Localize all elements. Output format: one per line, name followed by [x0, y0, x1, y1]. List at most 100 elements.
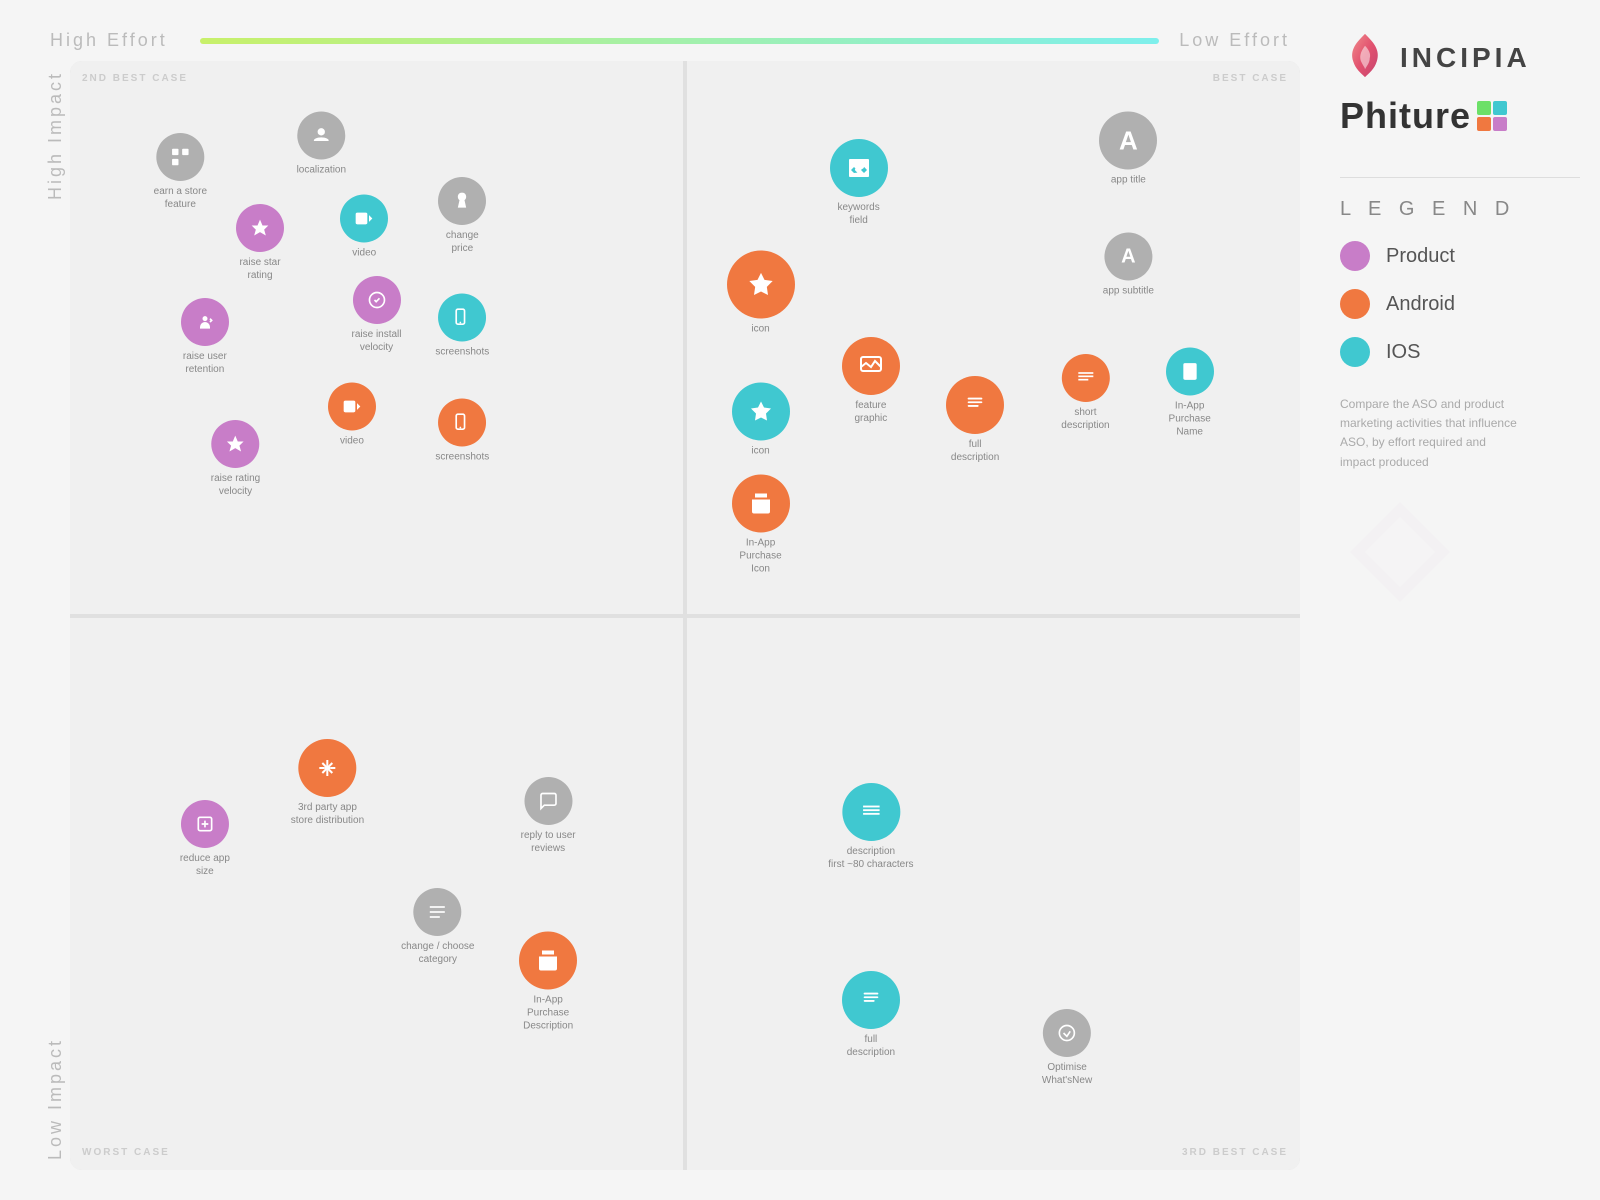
- node-video-cyan: video: [340, 194, 388, 259]
- label-app-subtitle: app subtitle: [1103, 285, 1154, 298]
- label-change-price: changeprice: [446, 229, 479, 255]
- label-optimise: OptimiseWhat'sNew: [1042, 1061, 1092, 1087]
- circle-earn-store: [156, 133, 204, 181]
- effort-bar-container: High Effort Low Effort: [40, 30, 1300, 51]
- circle-change-price: [438, 177, 486, 225]
- label-reduce-app: reduce appsize: [180, 852, 230, 878]
- chart-area: High Effort Low Effort High Impact Low I…: [0, 0, 1320, 1200]
- circle-keywords: [830, 139, 888, 197]
- circle-3rd-party: [298, 739, 356, 797]
- node-inapp-purchase-desc: In-AppPurchaseDescription: [519, 932, 577, 1033]
- circle-localization: [297, 111, 345, 159]
- label-full-desc-br: fulldescription: [847, 1033, 895, 1059]
- legend-item-android: Android: [1340, 289, 1455, 319]
- label-earn-store: earn a storefeature: [154, 185, 207, 211]
- label-feature-graphic: featuregraphic: [854, 399, 887, 425]
- phiture-grid: [1477, 101, 1507, 131]
- effort-label-low: Low Effort: [1179, 30, 1290, 51]
- brand-logo: INCIPIA: [1340, 30, 1531, 85]
- label-desc-first80: descriptionfirst ~80 characters: [828, 845, 913, 871]
- node-optimise-whatsnew: OptimiseWhat'sNew: [1042, 1009, 1092, 1087]
- label-video-cyan: video: [352, 246, 376, 259]
- corner-label-tr: BEST CASE: [1213, 73, 1288, 84]
- node-raise-user-retention: raise userretention: [181, 298, 229, 376]
- quadrant-top-left: 2ND BEST CASE earn a storefeature loc: [70, 61, 683, 614]
- circle-optimise: [1043, 1009, 1091, 1057]
- circle-reduce-app: [181, 800, 229, 848]
- node-raise-install-velocity: raise installvelocity: [351, 276, 401, 354]
- corner-label-bl: WORST CASE: [82, 1147, 170, 1158]
- node-reply-reviews: reply to userreviews: [521, 777, 576, 855]
- label-3rd-party: 3rd party appstore distribution: [291, 801, 364, 827]
- circle-full-desc: [946, 376, 1004, 434]
- circle-change-cat: [414, 888, 462, 936]
- effort-label-high: High Effort: [50, 30, 180, 51]
- label-icon-cyan: icon: [751, 445, 769, 458]
- label-raise-install: raise installvelocity: [351, 328, 401, 354]
- label-inapp-name: In-AppPurchaseName: [1169, 399, 1211, 438]
- label-app-title: app title: [1111, 174, 1146, 187]
- circle-icon-cyan: [732, 383, 790, 441]
- phiture-text: Phiture: [1340, 95, 1471, 137]
- circle-raise-rating: [212, 420, 260, 468]
- grid-cell-2: [1493, 101, 1507, 115]
- label-raise-rating: raise ratingvelocity: [211, 472, 260, 498]
- label-raise-user: raise userretention: [183, 350, 227, 376]
- circle-feature-graphic: [842, 337, 900, 395]
- quadrant-grid: 2ND BEST CASE earn a storefeature loc: [70, 61, 1300, 1170]
- node-earn-store-feature: earn a storefeature: [154, 133, 207, 211]
- circle-inapp-name: [1166, 347, 1214, 395]
- effort-bar: [200, 38, 1159, 44]
- label-screenshots-orange: screenshots: [435, 451, 489, 464]
- node-icon-orange: icon: [727, 251, 795, 336]
- node-app-subtitle: A app subtitle: [1103, 233, 1154, 298]
- y-label-high: High Impact: [45, 71, 66, 200]
- grid-cell-4: [1493, 117, 1507, 131]
- quadrant-bottom-right: 3RD BEST CASE descriptionfirst ~80 chara…: [687, 618, 1300, 1171]
- node-keywords-field: keywordsfield: [830, 139, 888, 227]
- circle-app-subtitle: A: [1104, 233, 1152, 281]
- label-icon-orange: icon: [751, 323, 769, 336]
- grid-cell-1: [1477, 101, 1491, 115]
- node-screenshots-orange: screenshots: [435, 399, 489, 464]
- node-localization: localization: [297, 111, 346, 176]
- legend-title: L E G E N D: [1340, 198, 1515, 221]
- main-container: High Effort Low Effort High Impact Low I…: [0, 0, 1600, 1200]
- circle-full-desc-br: [842, 971, 900, 1029]
- circle-reply-reviews: [524, 777, 572, 825]
- circle-inapp-desc: [519, 932, 577, 990]
- y-label-container: High Impact Low Impact: [40, 61, 70, 1170]
- label-video-orange: video: [340, 434, 364, 447]
- legend-item-ios: IOS: [1340, 337, 1420, 367]
- legend-item-product: Product: [1340, 241, 1455, 271]
- label-short-desc: shortdescription: [1061, 406, 1109, 432]
- node-screenshots-cyan: screenshots: [435, 294, 489, 359]
- node-raise-rating-velocity: raise ratingvelocity: [211, 420, 260, 498]
- circle-short-desc: [1061, 354, 1109, 402]
- circle-desc-first80: [842, 783, 900, 841]
- node-app-title: A app title: [1099, 112, 1157, 187]
- node-change-price: changeprice: [438, 177, 486, 255]
- corner-label-tl: 2ND BEST CASE: [82, 73, 188, 84]
- node-inapp-purchase-name: In-AppPurchaseName: [1166, 347, 1214, 438]
- node-raise-star-rating: raise starrating: [236, 204, 284, 282]
- watermark: [1340, 492, 1460, 617]
- node-inapp-purchase-icon: In-AppPurchaseIcon: [732, 475, 790, 576]
- node-short-desc: shortdescription: [1061, 354, 1109, 432]
- label-change-cat: change / choosecategory: [401, 940, 474, 966]
- legend-label-product: Product: [1386, 245, 1455, 268]
- y-label-low: Low Impact: [45, 1038, 66, 1160]
- node-change-category: change / choosecategory: [401, 888, 474, 966]
- quadrant-top-right: BEST CASE keywordsfield A app title: [687, 61, 1300, 614]
- legend-label-android: Android: [1386, 293, 1455, 316]
- right-panel: INCIPIA Phiture L E G E N D Product Andr…: [1320, 0, 1600, 1200]
- label-inapp-desc: In-AppPurchaseDescription: [523, 994, 573, 1033]
- node-3rd-party: 3rd party appstore distribution: [291, 739, 364, 827]
- legend-dot-android: [1340, 289, 1370, 319]
- circle-raise-user: [181, 298, 229, 346]
- circle-inapp-icon: [732, 475, 790, 533]
- circle-raise-star: [236, 204, 284, 252]
- circle-app-title: A: [1099, 112, 1157, 170]
- circle-video-orange: [328, 382, 376, 430]
- label-keywords: keywordsfield: [838, 201, 880, 227]
